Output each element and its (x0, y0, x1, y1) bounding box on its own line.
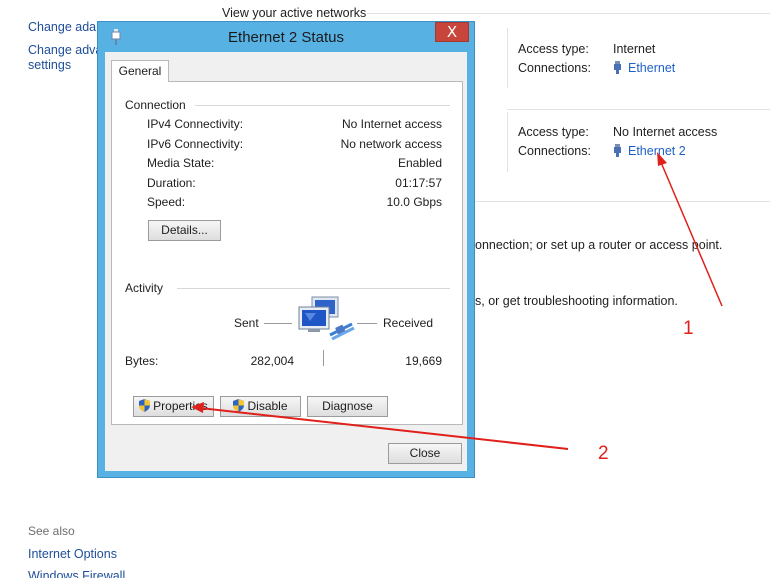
connections-label: Connections: (518, 144, 591, 158)
arrow-1-line (659, 159, 723, 307)
received-label: Received (383, 316, 434, 330)
section-rule (475, 201, 770, 202)
close-button[interactable]: Close (388, 443, 462, 464)
activity-group-rule (177, 288, 450, 289)
troubleshoot-text: s, or get troubleshooting information. (475, 294, 678, 308)
active-networks-heading: View your active networks (222, 6, 367, 20)
media-state-value: Enabled (397, 156, 442, 170)
ipv4-label: IPv4 Connectivity: (147, 117, 244, 131)
annotation-marker-2: 2 (598, 443, 609, 464)
bytes-received-value: 19,669 (405, 354, 442, 368)
annotation-marker-1: 1 (683, 318, 694, 339)
sidebar-link-change-adapter[interactable]: Change adap (28, 20, 103, 34)
speed-value: 10.0 Gbps (386, 195, 442, 209)
network-2-access-type: Access type: No Internet access (518, 125, 717, 139)
network-computers-icon (298, 296, 355, 341)
ethernet-2-status-dialog: Ethernet 2 Status X General Connection I… (97, 21, 475, 478)
sent-label: Sent (234, 316, 259, 330)
ipv6-value: No network access (340, 137, 442, 151)
connections-label: Connections: (518, 61, 591, 75)
sidebar-link-settings[interactable]: settings (28, 58, 71, 72)
windows-firewall-link[interactable]: Windows Firewall (28, 569, 125, 578)
ipv4-value: No Internet access (341, 117, 442, 131)
duration-value: 01:17:57 (395, 176, 442, 190)
connection-group-rule (195, 105, 450, 106)
dialog-client-area: General Connection IPv4 Connectivity: No… (105, 52, 467, 471)
network-1-connections: Connections: Ethernet (518, 61, 675, 75)
ethernet-plug-icon (614, 144, 621, 157)
uac-shield-icon (233, 399, 245, 412)
sent-line (264, 323, 292, 324)
sidebar-link-change-advanced[interactable]: Change adva (28, 43, 102, 57)
access-type-label: Access type: (518, 42, 589, 56)
ipv6-label: IPv6 Connectivity: (147, 137, 244, 151)
internet-options-link[interactable]: Internet Options (28, 547, 117, 561)
network-divider-2 (507, 112, 508, 172)
diagnose-button[interactable]: Diagnose (307, 396, 388, 417)
properties-label: Properties (153, 399, 208, 413)
network-1-access-type: Access type: Internet (518, 42, 655, 56)
details-button[interactable]: Details... (148, 220, 221, 241)
bytes-sent-value: 282,004 (250, 354, 294, 368)
access-type-value: No Internet access (613, 125, 718, 139)
title-close-button[interactable]: X (435, 22, 469, 42)
received-line (357, 323, 377, 324)
dialog-title-bar[interactable]: Ethernet 2 Status X (98, 22, 474, 52)
uac-shield-icon (139, 399, 151, 412)
general-tab-panel: Connection IPv4 Connectivity: No Interne… (111, 81, 463, 425)
media-state-label: Media State: (147, 156, 215, 170)
network-2-connections: Connections: Ethernet 2 (518, 144, 686, 158)
ethernet-link[interactable]: Ethernet (628, 61, 675, 75)
ethernet-2-link[interactable]: Ethernet 2 (628, 144, 686, 158)
access-type-value: Internet (613, 42, 656, 56)
see-also-heading: See also (28, 524, 75, 538)
network-separator (507, 109, 770, 110)
heading-rule (365, 13, 770, 14)
disable-label: Disable (247, 399, 288, 413)
disable-button[interactable]: Disable (220, 396, 301, 417)
activity-group-label: Activity (125, 281, 164, 295)
tab-general[interactable]: General (111, 60, 169, 82)
setup-connection-text: onnection; or set up a router or access … (475, 238, 723, 252)
duration-label: Duration: (147, 176, 196, 190)
speed-label: Speed: (147, 195, 186, 209)
bytes-divider (323, 350, 324, 366)
connection-group-label: Connection (125, 98, 186, 112)
network-divider-1 (507, 28, 508, 88)
bytes-label: Bytes: (125, 354, 159, 368)
properties-button[interactable]: Properties (133, 396, 214, 417)
dialog-title: Ethernet 2 Status (228, 29, 344, 46)
ethernet-plug-icon (614, 61, 621, 74)
access-type-label: Access type: (518, 125, 589, 139)
